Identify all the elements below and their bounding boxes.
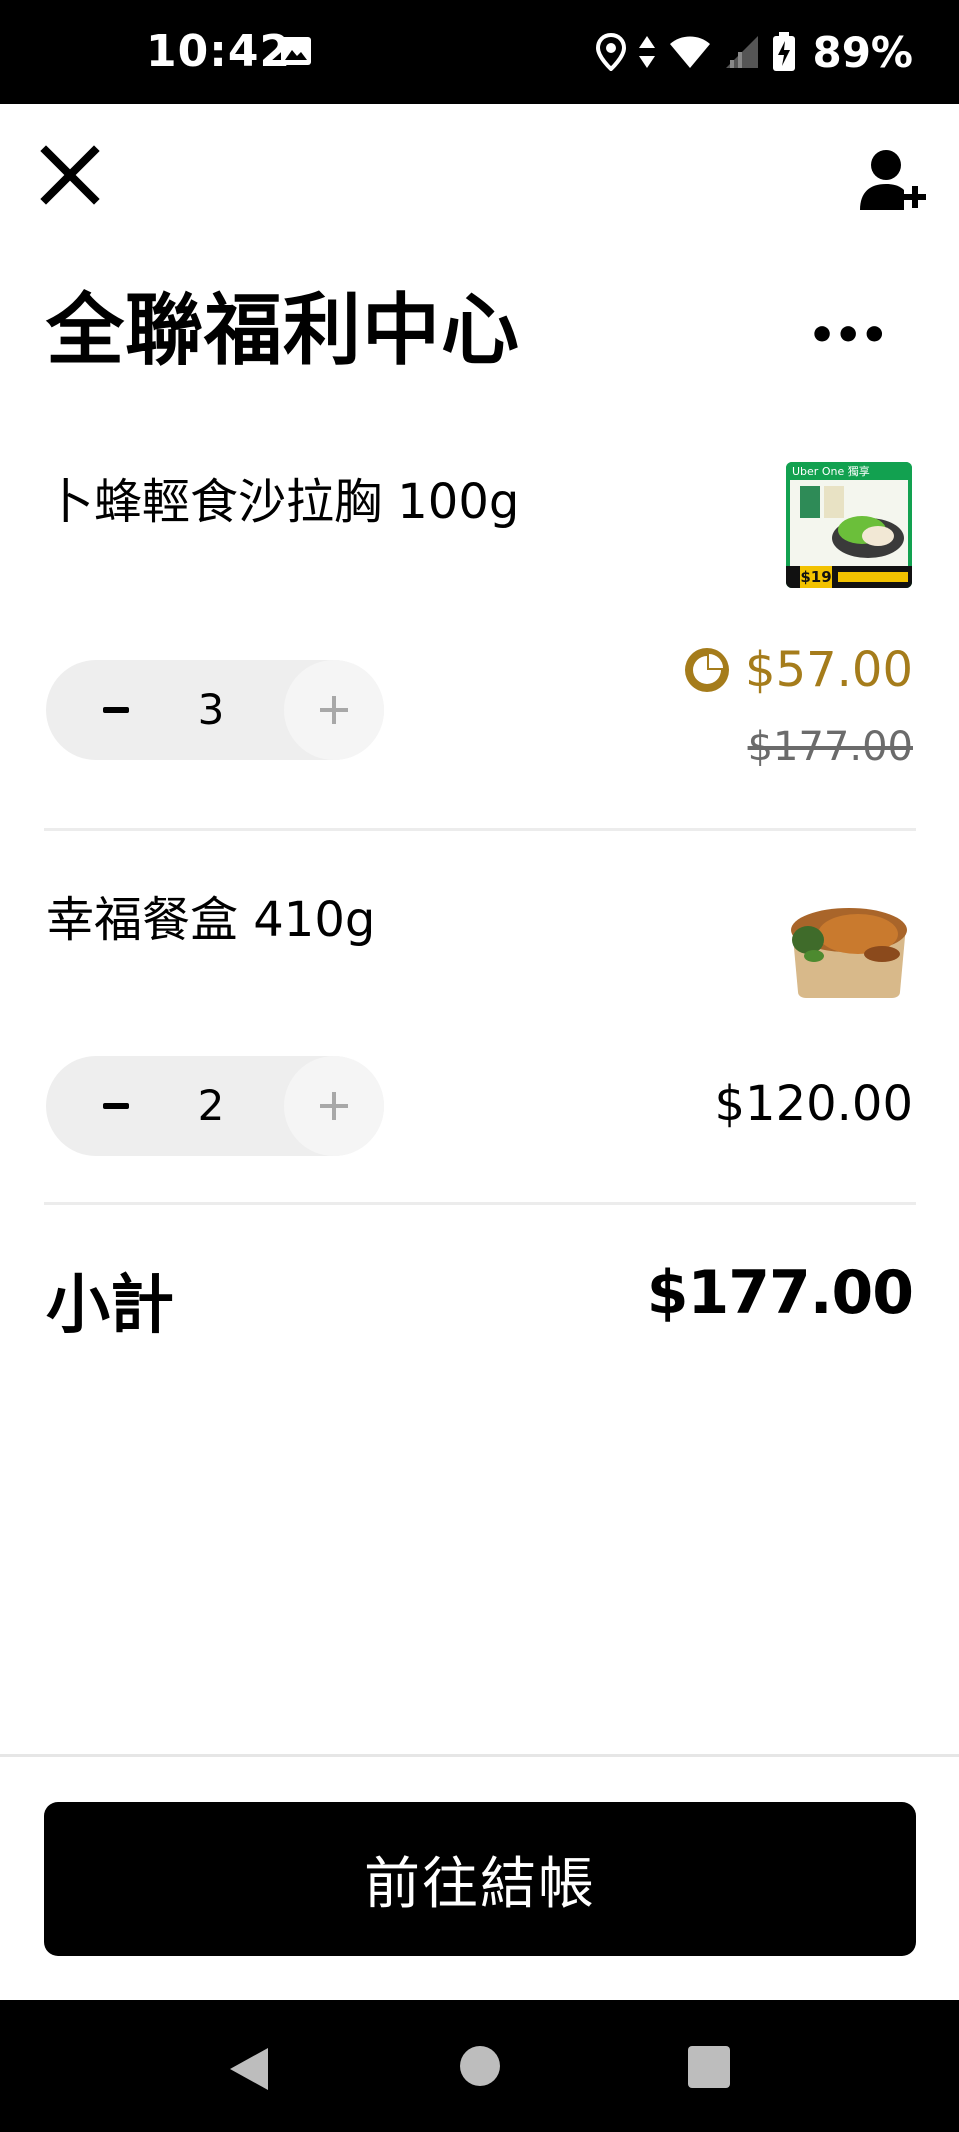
decrease-button[interactable] (76, 1056, 156, 1156)
back-icon[interactable] (224, 2044, 274, 2094)
item-price: $120.00 (714, 1076, 914, 1132)
item-thumbnail[interactable] (786, 896, 912, 1000)
quantity-value: 2 (197, 1081, 225, 1130)
discounted-price: $57.00 (745, 642, 913, 698)
close-icon[interactable] (40, 145, 100, 205)
food-box-image (786, 896, 912, 1000)
uber-one-icon (685, 648, 730, 692)
battery-charging-icon (773, 32, 796, 71)
location-icon (596, 33, 627, 71)
home-icon[interactable] (460, 2046, 500, 2086)
redacted-title-area (572, 262, 812, 362)
decrease-button[interactable] (76, 660, 156, 760)
status-bar: 10:42 89% (0, 0, 959, 104)
increase-button[interactable] (284, 660, 384, 760)
minus-icon (103, 1103, 129, 1109)
quantity-stepper[interactable]: 2 (46, 1056, 384, 1156)
item-thumbnail[interactable]: Uber One 獨享 $19 (786, 462, 912, 588)
increase-button[interactable] (284, 1056, 384, 1156)
item-divider (44, 1202, 916, 1205)
signal-icon (726, 36, 759, 68)
checkout-button[interactable]: 前往結帳 (44, 1802, 916, 1956)
status-time: 10:42 (146, 26, 292, 77)
recent-apps-icon[interactable] (688, 2046, 730, 2088)
footer-divider (0, 1754, 959, 1757)
wifi-icon (670, 36, 711, 68)
system-nav-bar (0, 2000, 959, 2132)
status-icons: 89% (596, 26, 913, 78)
thumb-price-tag: $19 (800, 568, 832, 586)
image-icon (281, 37, 311, 65)
cart-item-name: 幸福餐盒 410g (46, 892, 376, 948)
item-divider (44, 828, 916, 831)
store-title: 全聯福利中心 (46, 286, 521, 376)
quantity-value: 3 (197, 685, 225, 734)
subtotal-value: $177.00 (646, 1258, 914, 1328)
title-overflow-dots: ••• (808, 310, 888, 361)
promo-price: $57.00 (683, 642, 913, 698)
cart-item-name: 卜蜂輕食沙拉胸 100g (46, 474, 520, 530)
data-arrows-icon (639, 36, 656, 68)
thumb-badge-text: Uber One 獨享 (792, 465, 870, 478)
minus-icon (103, 707, 129, 713)
add-person-icon[interactable] (858, 148, 928, 214)
battery-percent: 89% (812, 27, 913, 77)
subtotal-label: 小計 (46, 1269, 174, 1343)
original-price: $177.00 (747, 724, 913, 770)
quantity-stepper[interactable]: 3 (46, 660, 384, 760)
